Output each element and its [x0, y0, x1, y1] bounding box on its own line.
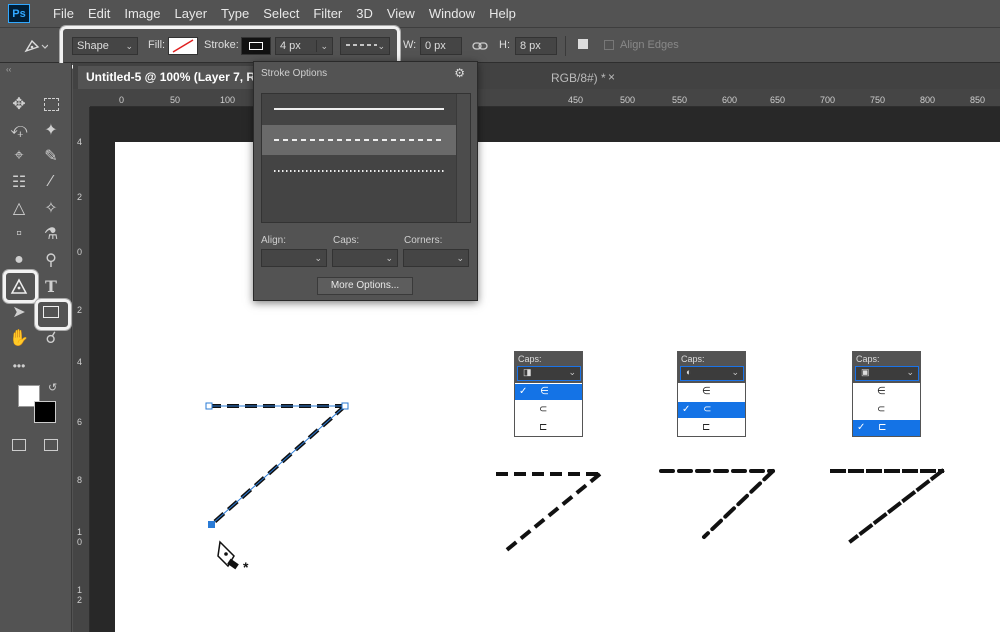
caps-dropdown-example-3: Caps: ▣ ⌄ ∈ ⊂ ✓ ⊏ — [852, 351, 921, 437]
round-cap-icon: ⊂ — [539, 404, 548, 415]
corners-dropdown[interactable]: ⌄ — [403, 249, 469, 267]
square-cap-icon: ▣ — [861, 367, 870, 377]
chevron-down-icon: ⌄ — [314, 253, 322, 263]
caps-option-butt[interactable]: ∈ — [678, 384, 745, 400]
caps-label: Caps: — [333, 235, 360, 246]
caps-label: Caps: — [681, 354, 705, 364]
caps-option-square[interactable]: ⊏ — [515, 420, 582, 436]
stroke-options-panel: Stroke Options ⚙ Align: Caps: Corners: ⌄… — [253, 61, 478, 301]
butt-cap-icon: ∈ — [540, 386, 549, 397]
caps-select[interactable]: ▣ ⌄ — [855, 366, 919, 381]
caps-dropdown-example-1: Caps: ◨ ⌄ ✓ ∈ ⊂ ⊏ — [514, 351, 583, 437]
caps-select[interactable]: ◐ ⌄ — [680, 366, 744, 381]
round-cap-icon: ⊂ — [877, 404, 886, 415]
square-cap-icon: ⊏ — [702, 422, 711, 433]
caps-dropdown[interactable]: ⌄ — [332, 249, 398, 267]
align-label: Align: — [261, 235, 287, 246]
chevron-down-icon: ⌄ — [568, 367, 576, 377]
svg-text:*: * — [243, 559, 249, 575]
anchor-point — [205, 402, 213, 410]
caps-dropdown-example-2: Caps: ◐ ⌄ ∈ ✓ ⊂ ⊏ — [677, 351, 746, 437]
preset-scrollbar[interactable] — [456, 94, 470, 222]
butt-cap-icon: ∈ — [877, 386, 886, 397]
pen-cursor-icon: * — [217, 540, 249, 575]
stroke-options-title: Stroke Options — [261, 68, 328, 79]
chevron-down-icon: ⌄ — [906, 367, 914, 377]
example-butt-cap-diagonal — [501, 472, 602, 555]
example-square-cap-diagonal — [848, 468, 945, 544]
chevron-down-icon: ⌄ — [731, 367, 739, 377]
align-dropdown[interactable]: ⌄ — [261, 249, 327, 267]
square-cap-icon: ⊏ — [539, 422, 548, 433]
butt-cap-icon: ∈ — [702, 386, 711, 397]
round-cap-icon: ⊂ — [703, 404, 712, 415]
stroke-preset-dashed[interactable] — [262, 125, 456, 155]
caps-label: Caps: — [518, 354, 542, 364]
caps-option-square[interactable]: ⊏ — [678, 420, 745, 436]
caps-option-round[interactable]: ⊂ — [515, 402, 582, 418]
anchor-point — [341, 402, 349, 410]
path-outline — [211, 405, 346, 525]
example-round-cap-diagonal — [702, 469, 775, 539]
caps-option-square[interactable]: ✓ ⊏ — [853, 420, 920, 436]
caps-option-round[interactable]: ✓ ⊂ — [678, 402, 745, 418]
caps-option-butt[interactable]: ∈ — [853, 384, 920, 400]
caps-option-butt[interactable]: ✓ ∈ — [515, 384, 582, 400]
caps-label: Caps: — [856, 354, 880, 364]
butt-cap-icon: ◨ — [523, 367, 532, 377]
round-cap-icon: ◐ — [686, 367, 692, 377]
canvas-artwork: * — [205, 402, 945, 575]
stroke-preset-dotted[interactable] — [262, 156, 456, 186]
caps-select[interactable]: ◨ ⌄ — [517, 366, 581, 381]
chevron-down-icon: ⌄ — [456, 253, 464, 263]
caps-option-round[interactable]: ⊂ — [853, 402, 920, 418]
square-cap-icon: ⊏ — [878, 422, 887, 433]
stroke-preset-list — [261, 93, 471, 223]
gear-icon[interactable]: ⚙ — [454, 66, 465, 80]
more-options-button[interactable]: More Options... — [317, 277, 413, 295]
stroke-preset-solid[interactable] — [262, 94, 456, 124]
corners-label: Corners: — [404, 235, 443, 246]
chevron-down-icon: ⌄ — [385, 253, 393, 263]
anchor-point-selected — [208, 521, 215, 528]
